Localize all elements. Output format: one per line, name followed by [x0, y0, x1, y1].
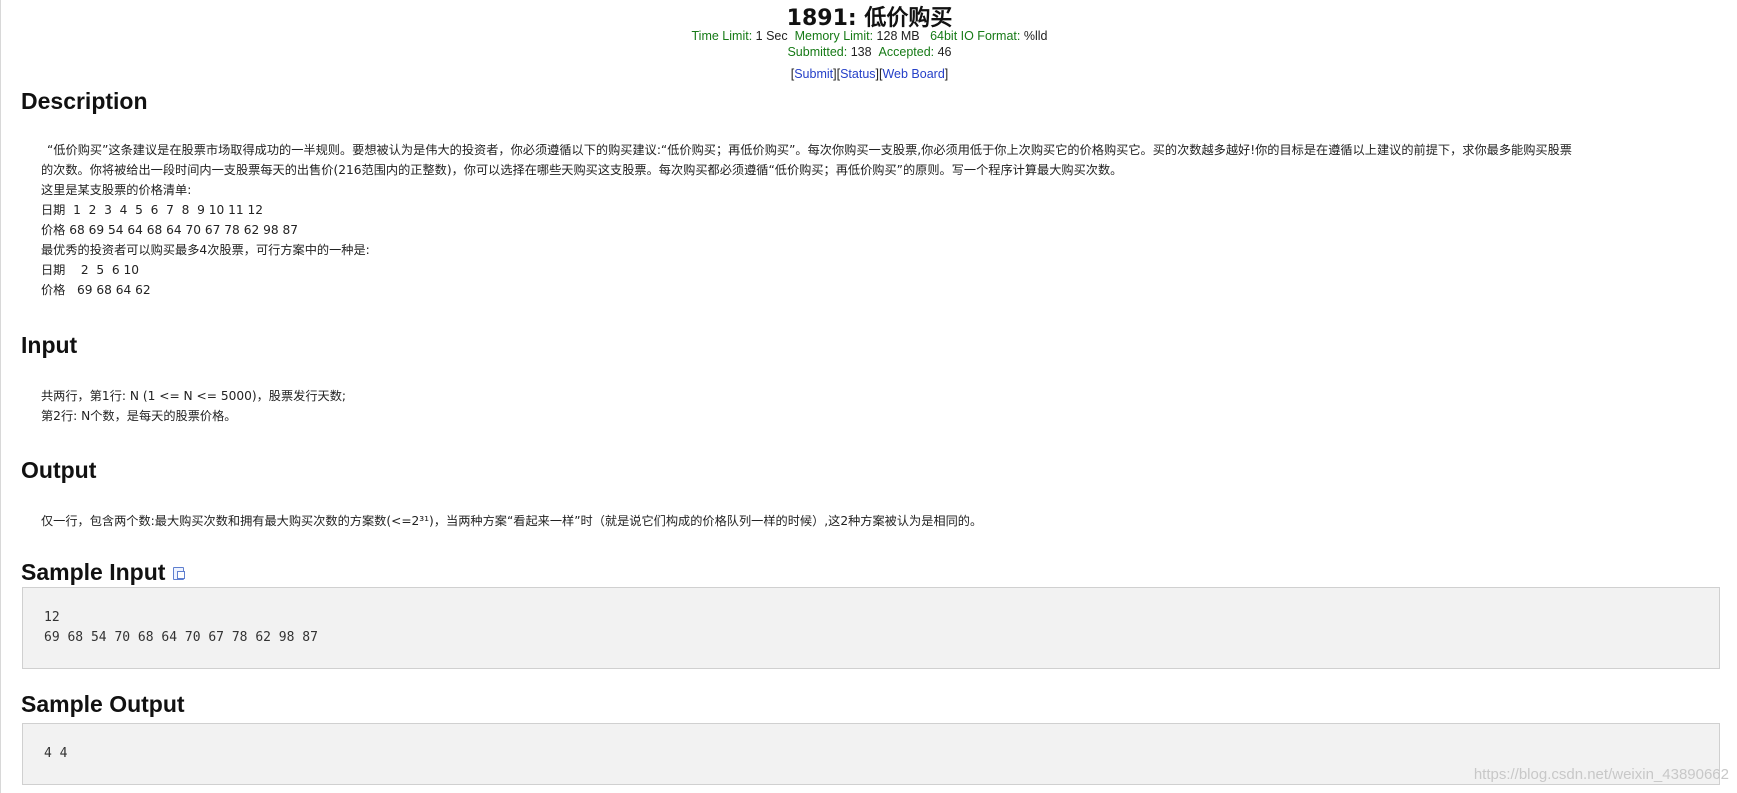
- input-line: 第2行: N个数，是每天的股票价格。: [41, 409, 237, 423]
- description-heading: Description: [21, 88, 148, 114]
- problem-links: [Submit][Status][Web Board]: [790, 67, 949, 81]
- description-line: 价格 68 69 54 64 68 64 70 67 78 62 98 87: [41, 223, 298, 237]
- accepted-value: 46: [937, 45, 952, 59]
- io-format-label: 64bit IO Format:: [930, 29, 1021, 43]
- sample-output-box: 4 4: [22, 723, 1720, 785]
- description-line: 价格 69 68 64 62: [41, 283, 151, 297]
- description-line: “低价购买”这条建议是在股票市场取得成功的一半规则。要想被认为是伟大的投资者，你…: [47, 143, 1572, 157]
- input-heading: Input: [21, 332, 78, 358]
- input-line: 共两行，第1行: N (1 <= N <= 5000)，股票发行天数;: [41, 389, 347, 403]
- sample-input-line: 69 68 54 70 68 64 70 67 78 62 98 87: [44, 630, 318, 645]
- output-line: 仅一行，包含两个数:最大购买次数和拥有最大购买次数的方案数(<=2³¹)，当两种…: [41, 514, 983, 528]
- description-line: 这里是某支股票的价格清单:: [41, 183, 192, 197]
- description-line: 日期 2 5 6 10: [41, 263, 140, 277]
- sample-input-line: 12: [44, 610, 60, 625]
- sample-output-heading: Sample Output: [21, 691, 185, 717]
- memory-limit-value: 128 MB: [876, 29, 920, 43]
- stats-line: Submitted: 138 Accepted: 46: [1, 45, 1737, 59]
- sample-output-line: 4 4: [44, 746, 68, 761]
- copy-icon[interactable]: [173, 567, 186, 580]
- watermark: https://blog.csdn.net/weixin_43890662: [1473, 766, 1729, 783]
- description-line: 日期 1 2 3 4 5 6 7 8 9 10 11 12: [41, 203, 264, 217]
- sample-input-heading: Sample Input: [21, 559, 186, 586]
- input-body: 共两行，第1行: N (1 <= N <= 5000)，股票发行天数; 第2行:…: [41, 386, 1701, 426]
- submitted-label: Submitted:: [787, 45, 848, 59]
- output-body: 仅一行，包含两个数:最大购买次数和拥有最大购买次数的方案数(<=2³¹)，当两种…: [41, 511, 1701, 531]
- io-format-value: %lld: [1023, 29, 1048, 43]
- memory-limit-label: Memory Limit:: [794, 29, 874, 43]
- submitted-value: 138: [850, 45, 872, 59]
- time-limit-value: 1 Sec: [755, 29, 788, 43]
- time-limit-label: Time Limit:: [691, 29, 753, 43]
- submit-link[interactable]: Submit: [794, 67, 833, 81]
- description-line: 的次数。你将被给出一段时间内一支股票每天的出售价(216范围内的正整数)，你可以…: [41, 163, 1123, 177]
- web-board-link[interactable]: Web Board: [882, 67, 944, 81]
- accepted-label: Accepted:: [878, 45, 935, 59]
- limits-line: Time Limit: 1 Sec Memory Limit: 128 MB 6…: [1, 29, 1737, 43]
- sample-input-title: Sample Input: [21, 559, 166, 585]
- status-link[interactable]: Status: [840, 67, 875, 81]
- description-line: 最优秀的投资者可以购买最多4次股票，可行方案中的一种是:: [41, 243, 370, 257]
- output-heading: Output: [21, 457, 97, 483]
- problem-title: 1891: 低价购买: [786, 6, 953, 31]
- sample-input-box: 12 69 68 54 70 68 64 70 67 78 62 98 87: [22, 587, 1720, 669]
- description-body: “低价购买”这条建议是在股票市场取得成功的一半规则。要想被认为是伟大的投资者，你…: [41, 140, 1701, 300]
